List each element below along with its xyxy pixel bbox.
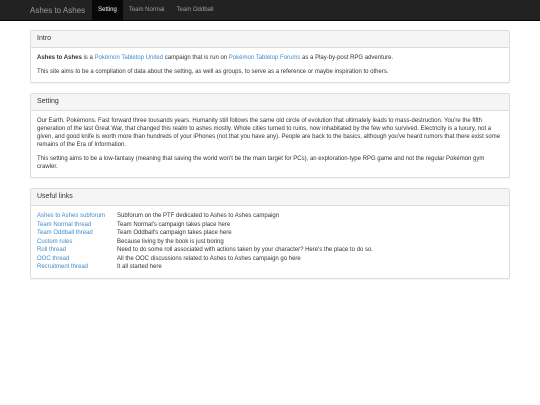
navbar: Ashes to Ashes Setting Team Normal Team … xyxy=(0,0,540,21)
main-container: Intro Ashes to Ashes is a Pokémon Tablet… xyxy=(0,21,540,279)
link-ooc-thread[interactable]: OOC thread xyxy=(37,256,69,262)
intro-text-1: is a xyxy=(81,55,95,61)
link-description: Because living by the book is just borin… xyxy=(117,238,224,245)
nav-team-oddball[interactable]: Team Oddball xyxy=(171,0,220,21)
link-team-oddball-thread[interactable]: Team Oddball thread xyxy=(37,230,93,236)
setting-paragraph-2: This setting aims to be a low-fantasy (m… xyxy=(37,156,485,170)
table-row: OOC thread All the OOC discussions relate… xyxy=(37,255,373,264)
intro-text-3: as a Play-by-post RPG adventure. xyxy=(300,55,394,61)
link-recruitment-thread[interactable]: Recruitment thread xyxy=(37,264,88,270)
links-panel: Useful links Ashes to Ashes subforum Subf… xyxy=(30,188,510,279)
link-description: Need to do some roll associated with act… xyxy=(117,247,373,253)
link-team-normal-thread[interactable]: Team Normal thread xyxy=(37,222,91,228)
intro-heading: Intro xyxy=(31,31,509,48)
links-body: Ashes to Ashes subforum Subforum on the P… xyxy=(31,206,509,278)
link-roll-thread[interactable]: Roll thread xyxy=(37,247,66,253)
link-description: Subforum on the PTF dedicated to Ashes t… xyxy=(117,213,280,219)
table-row: Ashes to Ashes subforum Subforum on the P… xyxy=(37,212,373,221)
intro-text-2: campaign that is run on xyxy=(163,55,229,61)
setting-body: Our Earth. Pokémons. Fast forward three … xyxy=(31,111,509,177)
nav-team-normal[interactable]: Team Normal xyxy=(123,0,171,21)
links-heading: Useful links xyxy=(31,189,509,206)
brand-link[interactable]: Ashes to Ashes xyxy=(0,0,92,21)
intro-paragraph-2: This site aims to be a compilation of da… xyxy=(37,69,389,75)
link-description: It all started here xyxy=(117,264,162,270)
table-row: Recruitment thread It all started here xyxy=(37,263,373,272)
setting-panel: Setting Our Earth. Pokémons. Fast forwar… xyxy=(30,93,510,178)
table-row: Custom rules Because living by the book i… xyxy=(37,238,373,247)
intro-paragraph-1: Ashes to Ashes is a Pokémon Tabletop Uni… xyxy=(37,54,503,62)
intro-panel: Intro Ashes to Ashes is a Pokémon Tablet… xyxy=(30,30,510,83)
nav-setting[interactable]: Setting xyxy=(92,0,123,21)
setting-paragraph-1: Our Earth. Pokémons. Fast forward three … xyxy=(37,118,501,148)
table-row: Roll thread Need to do some roll associat… xyxy=(37,246,373,255)
link-description: Team Oddball's campaign takes place here xyxy=(117,230,232,236)
intro-bold-title: Ashes to Ashes xyxy=(37,55,82,61)
link-description: Team Normal's campaign takes place here xyxy=(117,221,231,228)
link-custom-rules[interactable]: Custom rules xyxy=(37,239,72,245)
link-description: All the OOC discussions related to Ashes… xyxy=(117,255,301,262)
ptf-link[interactable]: Pokémon Tabletop Forums xyxy=(229,55,301,61)
table-row: Team Oddball thread Team Oddball's campai… xyxy=(37,229,373,238)
intro-body: Ashes to Ashes is a Pokémon Tabletop Uni… xyxy=(31,48,509,82)
setting-heading: Setting xyxy=(31,94,509,111)
table-row: Team Normal thread Team Normal's campaign… xyxy=(37,221,373,230)
link-subforum[interactable]: Ashes to Ashes subforum xyxy=(37,213,105,219)
links-table: Ashes to Ashes subforum Subforum on the P… xyxy=(37,212,373,272)
ptu-link[interactable]: Pokémon Tabletop United xyxy=(94,55,163,61)
